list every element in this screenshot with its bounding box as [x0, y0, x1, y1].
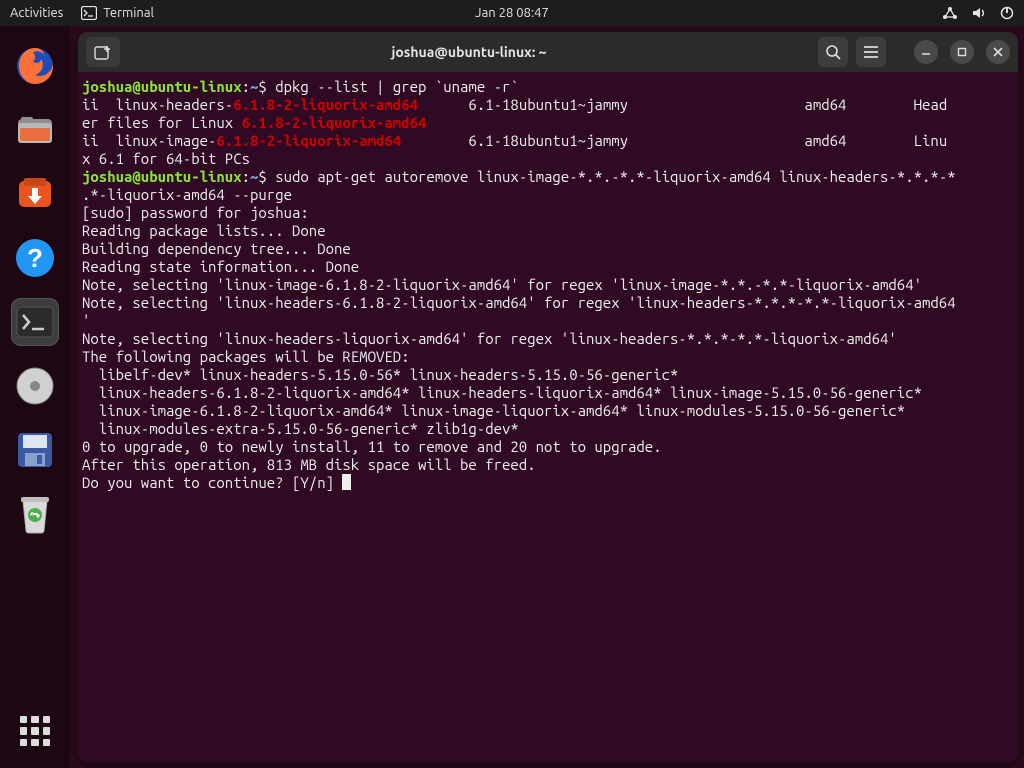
out: Building dependency tree... Done [82, 240, 351, 257]
out: er files for Linux [82, 114, 242, 131]
out-red: 6.1.8-2-liquorix-amd64 [216, 132, 401, 149]
close-button[interactable] [986, 40, 1010, 64]
out: ii linux-headers- [82, 96, 233, 113]
maximize-button[interactable] [950, 40, 974, 64]
app-menu[interactable]: Terminal [81, 6, 154, 20]
out: 6.1-18ubuntu1~jammy amd64 Linu [401, 132, 947, 149]
out-red: 6.1.8-2-liquorix-amd64 [233, 96, 418, 113]
cmd-1: dpkg --list | grep `uname -r` [267, 78, 519, 95]
out: After this operation, 813 MB disk space … [82, 456, 536, 473]
close-icon [993, 47, 1003, 57]
svg-text:?: ? [27, 243, 43, 273]
cursor [342, 474, 351, 490]
out: linux-headers-6.1.8-2-liquorix-amd64* li… [82, 384, 922, 401]
terminal-icon [81, 6, 97, 20]
minimize-icon [921, 47, 931, 57]
dock-files[interactable] [11, 106, 59, 154]
dock-disks[interactable] [11, 362, 59, 410]
window-title: joshua@ubuntu-linux: ~ [128, 44, 810, 60]
network-icon[interactable] [942, 6, 958, 20]
cmd-2-cont: .*-liquorix-amd64 --purge [82, 186, 292, 203]
hamburger-icon [863, 45, 879, 59]
dock-help[interactable]: ? [11, 234, 59, 282]
volume-icon[interactable] [972, 6, 986, 20]
titlebar[interactable]: joshua@ubuntu-linux: ~ [78, 32, 1018, 72]
new-tab-icon [94, 44, 112, 60]
app-menu-label: Terminal [103, 6, 154, 20]
gnome-topbar: Activities Terminal Jan 28 08:47 [0, 0, 1024, 26]
out: ' [82, 312, 90, 329]
maximize-icon [957, 47, 967, 57]
cmd-2: sudo apt-get autoremove linux-image-*.*.… [267, 168, 956, 185]
out: Note, selecting 'linux-headers-liquorix-… [82, 330, 897, 347]
out: ii linux-image- [82, 132, 216, 149]
dock-save[interactable] [11, 426, 59, 474]
out: Note, selecting 'linux-image-6.1.8-2-liq… [82, 276, 922, 293]
prompt-user: joshua@ubuntu-linux [82, 78, 242, 95]
out: The following packages will be REMOVED: [82, 348, 410, 365]
dock-firefox[interactable] [11, 42, 59, 90]
new-tab-button[interactable] [86, 37, 120, 67]
dock-software[interactable] [11, 170, 59, 218]
search-icon [825, 44, 841, 60]
out: x 6.1 for 64-bit PCs [82, 150, 250, 167]
minimize-button[interactable] [914, 40, 938, 64]
out: 0 to upgrade, 0 to newly install, 11 to … [82, 438, 662, 455]
out: libelf-dev* linux-headers-5.15.0-56* lin… [82, 366, 678, 383]
prompt-user: joshua@ubuntu-linux [82, 168, 242, 185]
dock-terminal[interactable] [11, 298, 59, 346]
menu-button[interactable] [856, 37, 886, 67]
out: Reading state information... Done [82, 258, 359, 275]
dock-trash[interactable] [11, 490, 59, 538]
out: Do you want to continue? [Y/n] [82, 474, 342, 491]
show-applications[interactable] [20, 716, 50, 746]
activities-button[interactable]: Activities [10, 6, 63, 20]
out: [sudo] password for joshua: [82, 204, 317, 221]
power-icon[interactable] [1000, 6, 1014, 20]
out: 6.1-18ubuntu1~jammy amd64 Head [418, 96, 947, 113]
out: Note, selecting 'linux-headers-6.1.8-2-l… [82, 294, 956, 311]
terminal-window: joshua@ubuntu-linux: ~ joshua@ubuntu-lin… [78, 32, 1018, 762]
out: Reading package lists... Done [82, 222, 326, 239]
search-button[interactable] [818, 37, 848, 67]
out: linux-modules-extra-5.15.0-56-generic* z… [82, 420, 519, 437]
terminal-content[interactable]: joshua@ubuntu-linux:~$ dpkg --list | gre… [78, 72, 1018, 762]
out: linux-image-6.1.8-2-liquorix-amd64* linu… [82, 402, 905, 419]
clock[interactable]: Jan 28 08:47 [475, 6, 549, 20]
out-red: 6.1.8-2-liquorix-amd64 [242, 114, 427, 131]
dock: ? [0, 26, 70, 768]
